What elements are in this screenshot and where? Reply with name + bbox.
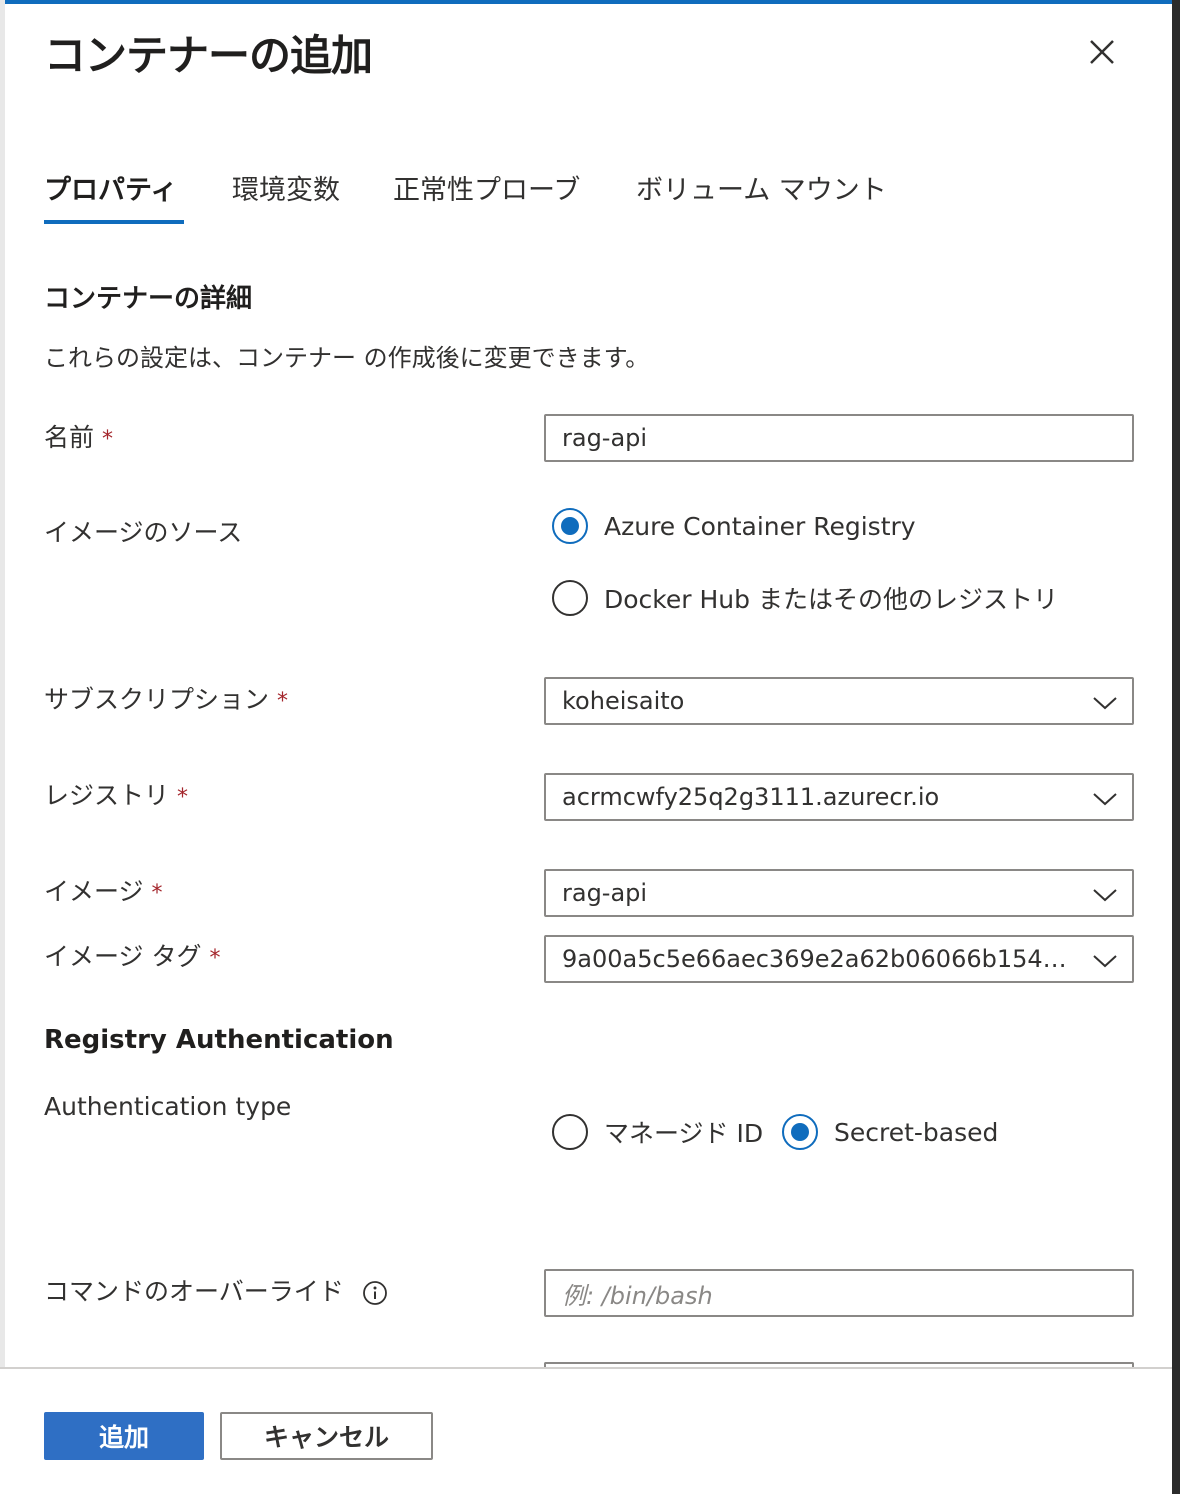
required-marker: * [277,689,289,714]
close-button[interactable] [1082,32,1122,72]
registry-label: レジストリ * [44,781,189,810]
auth-managed-id-option[interactable]: マネージド ID [552,1114,763,1150]
name-input[interactable]: rag-api [544,414,1134,462]
radio-unselected-icon [552,580,588,616]
panel-title: コンテナーの追加 [44,31,373,80]
radio-unselected-icon [552,1114,588,1150]
tab-volume-mounts[interactable]: ボリューム マウント [636,168,887,207]
required-marker: * [209,946,221,971]
image-dropdown[interactable]: rag-api [544,869,1134,917]
image-label: イメージ * [44,877,163,906]
subscription-label: サブスクリプション * [44,685,289,714]
image-source-dockerhub-option[interactable]: Docker Hub またはその他のレジストリ [552,580,1058,616]
chevron-down-icon [1093,889,1117,902]
registry-dropdown[interactable]: acrmcwfy25q2g3111.azurecr.io [544,773,1134,821]
active-tab-indicator [44,220,184,224]
auth-type-label: Authentication type [44,1092,292,1121]
image-source-label: イメージのソース [44,518,243,547]
top-accent-bar [0,0,1180,4]
required-marker: * [151,881,163,906]
radio-selected-icon [552,508,588,544]
required-marker: * [102,427,114,452]
tab-health-probes[interactable]: 正常性プローブ [393,168,580,207]
chevron-down-icon [1093,793,1117,806]
add-button[interactable]: 追加 [44,1412,204,1460]
container-details-heading: コンテナーの詳細 [44,284,253,314]
tab-environment-variables[interactable]: 環境変数 [232,168,340,207]
auth-secret-based-option[interactable]: Secret-based [782,1114,998,1150]
subscription-dropdown[interactable]: koheisaito [544,677,1134,725]
add-container-panel: コンテナーの追加 プロパティ 環境変数 正常性プローブ ボリューム マウント コ… [0,0,1180,1494]
registry-auth-heading: Registry Authentication [44,1025,394,1055]
panel-footer: 追加 キャンセル [0,1367,1172,1494]
container-details-description: これらの設定は、コンテナー の作成後に変更できます。 [44,344,650,372]
cancel-button[interactable]: キャンセル [220,1412,433,1460]
close-icon [1090,40,1114,64]
tab-bar: プロパティ 環境変数 正常性プローブ ボリューム マウント [44,168,944,228]
image-source-acr-option[interactable]: Azure Container Registry [552,508,916,544]
chevron-down-icon [1093,955,1117,968]
tab-properties[interactable]: プロパティ [44,168,177,207]
command-override-label: コマンドのオーバーライド [44,1272,388,1308]
radio-selected-icon [782,1114,818,1150]
command-override-input[interactable]: 例: /bin/bash [544,1269,1134,1317]
required-marker: * [177,785,189,810]
info-icon[interactable] [362,1280,388,1306]
name-label: 名前 * [44,423,114,452]
image-tag-dropdown[interactable]: 9a00a5c5e66aec369e2a62b06066b154d9c... [544,935,1134,983]
chevron-down-icon [1093,697,1117,710]
left-edge [0,0,5,1494]
right-edge [1172,0,1180,1494]
image-tag-label: イメージ タグ * [44,942,221,971]
